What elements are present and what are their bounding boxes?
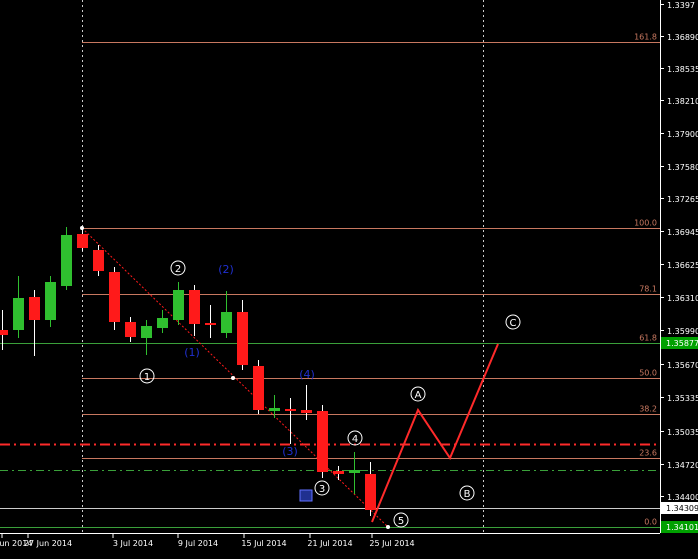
- price-tick-label-3: 1.38210: [667, 97, 698, 106]
- time-tick-label-2: 3 Jul 2014: [113, 539, 153, 548]
- price-tick-label-15: 1.34400: [667, 493, 698, 502]
- wave-label-2: 2: [175, 264, 181, 275]
- time-tick-label-3: 9 Jul 2014: [178, 539, 218, 548]
- price-tick-label-6: 1.37265: [667, 195, 698, 204]
- wave-label-1: 1: [144, 372, 150, 383]
- fib-label-78.1: 78.1: [639, 285, 657, 294]
- candle-body-16: [253, 366, 264, 410]
- candle-body-19: [301, 410, 312, 413]
- wave-label-C: C: [510, 318, 517, 329]
- fib-label-23.6: 23.6: [639, 449, 657, 458]
- wave-label-5: 5: [398, 516, 404, 527]
- wave-label-3: 3: [319, 484, 325, 495]
- wave-label-blue-1: (2): [218, 263, 234, 276]
- time-tick-label-6: 25 Jul 2014: [369, 539, 414, 548]
- price-tick-label-12: 1.35335: [667, 394, 698, 403]
- candle-body-5: [77, 234, 88, 248]
- price-tick-label-5: 1.37580: [667, 163, 698, 172]
- price-badge-label-2: 1.34101: [666, 523, 698, 532]
- candle-body-1: [13, 298, 24, 330]
- time-tick-label-1: 27 Jun 2014: [24, 539, 72, 548]
- candle-body-12: [189, 290, 200, 324]
- chart-svg: 161.8 100.0 78.1 61.8 50.0 38.2 23.6 0.0 1 2 3 4 5 A B…: [0, 0, 698, 555]
- wave-label-A: A: [415, 390, 422, 401]
- time-tick-label-4: 15 Jul 2014: [241, 539, 286, 548]
- candle-body-11: [173, 290, 184, 320]
- candle-body-18: [285, 409, 296, 411]
- candle-body-8: [125, 322, 136, 337]
- price-tick-label-11: 1.35670: [667, 361, 698, 370]
- fib-label-61.8: 61.8: [639, 334, 657, 343]
- price-badge-label-0: 1.35877: [666, 339, 698, 348]
- candle-body-13: [205, 323, 216, 325]
- wave-label-blue-0: (1): [184, 346, 200, 359]
- price-tick-label-0: 1.3397: [667, 1, 695, 10]
- price-tick-label-10: 1.35990: [667, 327, 698, 336]
- price-tick-label-8: 1.36625: [667, 261, 698, 270]
- candle-body-4: [61, 235, 72, 286]
- chart: 161.8 100.0 78.1 61.8 50.0 38.2 23.6 0.0 1 2 3 4 5 A B…: [0, 0, 698, 555]
- fib-label-38.2: 38.2: [639, 405, 657, 414]
- trend-point-1: [231, 376, 235, 380]
- candle-body-2: [29, 297, 40, 320]
- price-tick-label-1: 1.36890: [667, 33, 698, 42]
- candle-body-22: [349, 470, 360, 473]
- wave-label-blue-3: (4): [299, 368, 315, 381]
- blue-square-marker: [299, 489, 313, 502]
- candle-body-20: [317, 411, 328, 472]
- candle-body-9: [141, 326, 152, 338]
- candle-body-0: [0, 330, 8, 335]
- time-tick-label-5: 21 Jul 2014: [307, 539, 352, 548]
- price-tick-label-9: 1.36310: [667, 294, 698, 303]
- candle-body-15: [237, 312, 248, 365]
- price-tick-label-14: 1.34720: [667, 461, 698, 470]
- fib-label-50.0: 50.0: [639, 369, 657, 378]
- price-tick-label-2: 1.38535: [667, 65, 698, 74]
- price-badge-label-1: 1.34309: [666, 504, 698, 513]
- wave-label-B: B: [464, 489, 471, 500]
- candle-body-21: [333, 471, 344, 474]
- price-tick-label-4: 1.37900: [667, 130, 698, 139]
- trend-point-0: [80, 226, 84, 230]
- trend-point-2: [386, 525, 390, 529]
- fib-label-100.0: 100.0: [634, 219, 657, 228]
- candle-body-23: [365, 474, 376, 510]
- candle-body-3: [45, 282, 56, 320]
- candle-body-7: [109, 272, 120, 322]
- fib-label-0.0: 0.0: [644, 518, 657, 527]
- candle-body-6: [93, 250, 104, 271]
- price-tick-label-7: 1.36945: [667, 228, 698, 237]
- fib-label-161.8: 161.8: [634, 33, 657, 42]
- candle-body-14: [221, 312, 232, 333]
- wave-label-4: 4: [352, 434, 358, 445]
- candle-body-17: [269, 408, 280, 411]
- wave-label-blue-2: (3): [282, 445, 298, 458]
- candle-body-10: [157, 318, 168, 328]
- price-tick-label-13: 1.35035: [667, 428, 698, 437]
